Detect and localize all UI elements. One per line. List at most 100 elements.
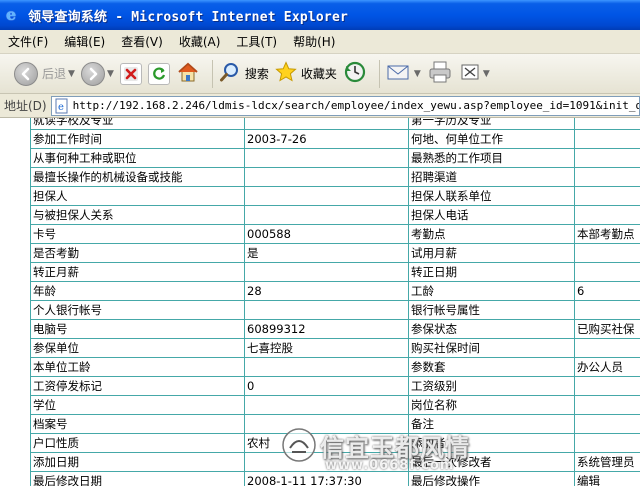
field-label: 工资级别: [408, 376, 575, 396]
edit-page-icon: [459, 62, 481, 85]
address-bar: 地址(D) e http://192.168.2.246/ldmis-ldcx/…: [0, 94, 640, 118]
menu-edit[interactable]: 编辑(E): [64, 33, 105, 50]
menu-file[interactable]: 文件(F): [8, 33, 48, 50]
ie-logo-icon: e: [6, 5, 17, 24]
mail-button[interactable]: ▼: [386, 58, 421, 90]
table-row: 添加日期 最后一次修改者 系统管理员: [30, 452, 640, 472]
back-button[interactable]: 后退 ▼: [14, 58, 75, 90]
field-label: 从事何种工种或职位: [30, 148, 245, 168]
field-value: [574, 118, 640, 130]
field-label: 参数套: [408, 357, 575, 377]
field-label: 参保单位: [30, 338, 245, 358]
field-value: [244, 414, 409, 434]
field-value: 2003-7-26: [244, 129, 409, 149]
table-row: 就读学校及专业 第一学历及专业: [30, 118, 640, 130]
field-label: 年龄: [30, 281, 245, 301]
field-label: 试用月薪: [408, 243, 575, 263]
history-button[interactable]: [343, 58, 367, 90]
forward-button[interactable]: ▼: [80, 58, 114, 90]
field-label: 就读学校及专业: [30, 118, 245, 130]
address-label: 地址(D): [4, 99, 47, 113]
table-row: 参加工作时间 2003-7-26 何地、何单位工作: [30, 129, 640, 149]
field-value: [574, 395, 640, 415]
toolbar-separator: [211, 59, 213, 88]
field-value: 办公人员: [574, 357, 640, 377]
field-value: 七喜控股: [244, 338, 409, 358]
window-title: 领导查询系统 - Microsoft Internet Explorer: [28, 9, 348, 25]
field-label: 本单位工龄: [30, 357, 245, 377]
chevron-down-icon[interactable]: ▼: [414, 69, 421, 79]
stop-button[interactable]: [119, 58, 142, 90]
table-row: 最后修改日期 2008-1-11 17:37:30 最后修改操作 编辑: [30, 471, 640, 486]
field-label: 个人银行帐号: [30, 300, 245, 320]
favorites-button[interactable]: 收藏夹: [275, 58, 337, 90]
menu-help[interactable]: 帮助(H): [293, 33, 335, 50]
field-label: 添加者: [408, 433, 575, 453]
employee-info-table: 就读学校及专业 第一学历及专业 参加工作时间 2003-7-26 何地、何单位工作 从事何…: [30, 118, 640, 486]
field-value: [244, 262, 409, 282]
toolbar-separator: [378, 59, 380, 88]
field-value: [574, 414, 640, 434]
field-value: 0: [244, 376, 409, 396]
field-value: 28: [244, 281, 409, 301]
field-label: 学位: [30, 395, 245, 415]
back-label: 后退: [42, 67, 67, 81]
printer-icon: [427, 60, 453, 87]
table-row: 与被担保人关系 担保人电话: [30, 205, 640, 225]
field-value: 已购买社保: [574, 319, 640, 339]
search-icon: [219, 61, 241, 86]
field-label: 转正月薪: [30, 262, 245, 282]
field-label: 工龄: [408, 281, 575, 301]
refresh-button[interactable]: [147, 58, 170, 90]
field-label: 最熟悉的工作项目: [408, 148, 575, 168]
field-value: [244, 167, 409, 187]
edit-button[interactable]: ▼: [459, 58, 490, 90]
field-value: 000588: [244, 224, 409, 244]
field-value: 60899312: [244, 319, 409, 339]
mail-icon: [386, 62, 412, 85]
chevron-down-icon[interactable]: ▼: [483, 69, 490, 79]
field-label: 最后一次修改者: [408, 452, 575, 472]
address-input[interactable]: e http://192.168.2.246/ldmis-ldcx/search…: [50, 95, 640, 116]
field-value: [574, 243, 640, 263]
address-url: http://192.168.2.246/ldmis-ldcx/search/e…: [72, 99, 640, 112]
field-label: 何地、何单位工作: [408, 129, 575, 149]
home-button[interactable]: [176, 58, 200, 90]
field-label: 添加日期: [30, 452, 245, 472]
print-button[interactable]: [427, 58, 453, 90]
table-row: 学位 岗位名称: [30, 395, 640, 415]
field-label: 考勤点: [408, 224, 575, 244]
table-row: 参保单位 七喜控股 购买社保时间: [30, 338, 640, 358]
refresh-icon: [147, 62, 170, 85]
table-row: 是否考勤是试用月薪: [30, 243, 640, 263]
field-value: [244, 300, 409, 320]
field-label: 参加工作时间: [30, 129, 245, 149]
search-label: 搜索: [244, 67, 269, 81]
field-label: 购买社保时间: [408, 338, 575, 358]
field-label: 参保状态: [408, 319, 575, 339]
chevron-down-icon[interactable]: ▼: [107, 69, 114, 79]
star-icon: [275, 61, 297, 86]
field-value: 6: [574, 281, 640, 301]
field-label: 担保人电话: [408, 205, 575, 225]
field-value: [244, 452, 409, 472]
menu-view[interactable]: 查看(V): [121, 33, 163, 50]
field-value: [574, 376, 640, 396]
history-icon: [343, 60, 367, 87]
field-value: [574, 148, 640, 168]
field-label: 电脑号: [30, 319, 245, 339]
field-value: 系统管理员: [574, 452, 640, 472]
menu-favorites[interactable]: 收藏(A): [179, 33, 221, 50]
field-label: 银行帐号属性: [408, 300, 575, 320]
field-label: 担保人联系单位: [408, 186, 575, 206]
search-button[interactable]: 搜索: [219, 58, 269, 90]
menu-tools[interactable]: 工具(T): [236, 33, 277, 50]
chevron-down-icon[interactable]: ▼: [68, 69, 75, 79]
field-label: 第一学历及专业: [408, 118, 575, 130]
table-row: 从事何种工种或职位 最熟悉的工作项目: [30, 148, 640, 168]
table-row: 本单位工龄 参数套 办公人员: [30, 357, 640, 377]
field-label: 最后修改日期: [30, 471, 245, 486]
field-value: [574, 205, 640, 225]
back-arrow-icon: [14, 61, 38, 86]
field-label: 档案号: [30, 414, 245, 434]
